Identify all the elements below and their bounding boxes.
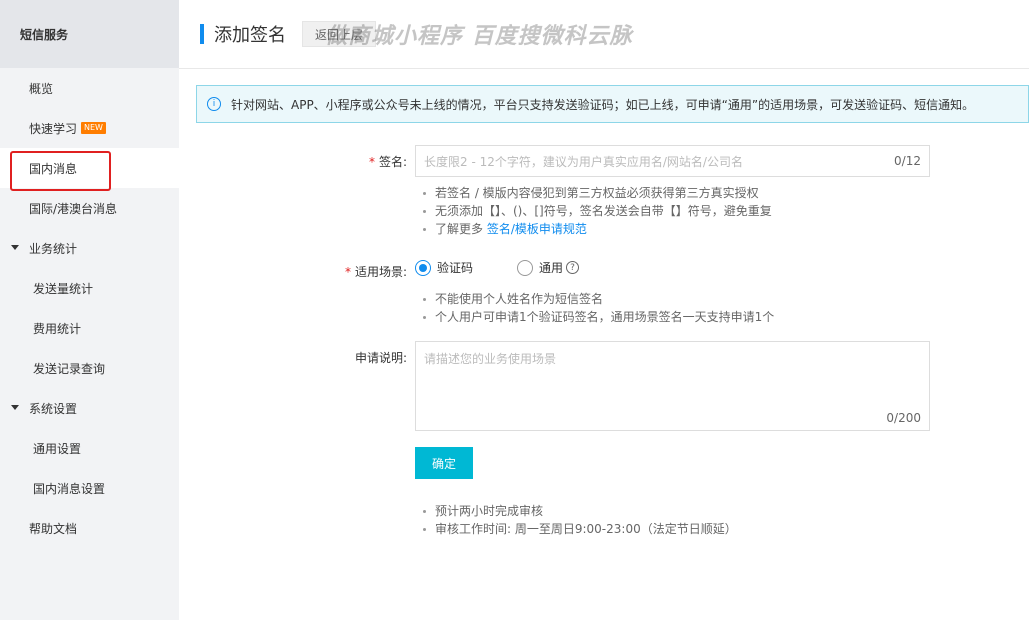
sidebar-item-send-records[interactable]: 发送记录查询 xyxy=(0,348,179,388)
main-content: 添加签名 返回上层 做商城小程序 百度搜微科云脉 i 针对网站、APP、小程序或… xyxy=(179,0,1029,620)
sidebar-item-label: 业务统计 xyxy=(29,241,78,256)
sidebar-item-general-settings[interactable]: 通用设置 xyxy=(0,428,179,468)
required-mark: * xyxy=(344,265,351,279)
caret-down-icon xyxy=(11,245,19,250)
notice-banner: i 针对网站、APP、小程序或公众号未上线的情况，平台只支持发送验证码；如已上线… xyxy=(196,85,1029,123)
sidebar-item-label: 概览 xyxy=(29,81,54,96)
sidebar-item-label: 费用统计 xyxy=(33,321,82,336)
sidebar-item-label: 发送记录查询 xyxy=(33,361,106,376)
sidebar-item-label: 帮助文档 xyxy=(29,521,78,536)
radio-verify-code[interactable]: 验证码 xyxy=(415,259,473,276)
more-prefix: 了解更多 xyxy=(435,222,487,236)
signature-hints: 若签名 / 模版内容侵犯到第三方权益必须获得第三方真实授权 无须添加【】、()、… xyxy=(423,184,772,238)
hint-item: 若签名 / 模版内容侵犯到第三方权益必须获得第三方真实授权 xyxy=(423,184,772,202)
radio-checked-icon xyxy=(415,259,431,276)
hint-item: 个人用户可申请1个验证码签名，通用场景签名一天支持申请1个 xyxy=(423,308,774,326)
signature-label: * 签名: xyxy=(287,153,407,170)
title-accent xyxy=(200,24,204,44)
required-mark: * xyxy=(368,155,375,169)
signature-count: 0/12 xyxy=(894,154,921,168)
sidebar-item-label: 通用设置 xyxy=(33,441,82,456)
sidebar-item-domestic-settings[interactable]: 国内消息设置 xyxy=(0,468,179,508)
radio-unchecked-icon xyxy=(517,259,534,276)
sidebar-item-label: 系统设置 xyxy=(29,401,78,416)
sidebar-item-overview[interactable]: 概览 xyxy=(0,68,179,108)
description-textarea[interactable]: 请描述您的业务使用场景 0/200 xyxy=(415,341,930,431)
help-icon[interactable]: ? xyxy=(566,261,580,274)
description-label: 申请说明: xyxy=(354,351,407,365)
sidebar-item-label: 国内消息设置 xyxy=(33,481,106,496)
page-title: 添加签名 xyxy=(214,25,286,46)
sidebar-header: 短信服务 xyxy=(0,0,179,68)
radio-general[interactable]: 通用? xyxy=(517,259,580,276)
sidebar-item-send-stats[interactable]: 发送量统计 xyxy=(0,268,179,308)
sidebar-item-international[interactable]: 国际/港澳台消息 xyxy=(0,188,179,228)
signature-input[interactable]: 长度限2 - 12个字符，建议为用户真实应用名/网站名/公司名 0/12 xyxy=(415,145,930,177)
confirm-button[interactable]: 确定 xyxy=(415,447,473,479)
scene-hints: 不能使用个人姓名作为短信签名 个人用户可申请1个验证码签名，通用场景签名一天支持… xyxy=(423,290,774,326)
signature-placeholder: 长度限2 - 12个字符，建议为用户真实应用名/网站名/公司名 xyxy=(424,154,743,169)
sidebar-item-domestic[interactable]: 国内消息 xyxy=(0,148,179,188)
scene-label: * 适用场景: xyxy=(287,263,407,280)
sidebar: 短信服务 概览 快速学习 NEW 国内消息 国际/港澳台消息 业务统计 发送量统计… xyxy=(0,0,179,620)
notice-text: 针对网站、APP、小程序或公众号未上线的情况，平台只支持发送验证码；如已上线，可… xyxy=(231,97,975,112)
hint-item: 了解更多 签名/模板申请规范 xyxy=(423,220,772,238)
sidebar-item-help[interactable]: 帮助文档 xyxy=(0,508,179,548)
hint-item: 预计两小时完成审核 xyxy=(423,502,737,520)
sidebar-item-cost-stats[interactable]: 费用统计 xyxy=(0,308,179,348)
hint-item: 不能使用个人姓名作为短信签名 xyxy=(423,290,774,308)
sidebar-item-label: 国内消息 xyxy=(29,161,78,176)
caret-down-icon xyxy=(11,405,19,410)
signature-label-text: 签名: xyxy=(378,155,407,169)
new-badge: NEW xyxy=(81,122,106,134)
sidebar-group-settings[interactable]: 系统设置 xyxy=(0,388,179,428)
sidebar-item-quick-learn[interactable]: 快速学习 NEW xyxy=(0,108,179,148)
scene-label-text: 适用场景: xyxy=(354,265,407,279)
scene-radio-group: 验证码 通用? xyxy=(415,259,623,276)
hint-item: 审核工作时间: 周一至周日9:00-23:00（法定节日顺延） xyxy=(423,520,737,538)
sidebar-item-label: 快速学习 xyxy=(29,121,78,136)
review-hints: 预计两小时完成审核 审核工作时间: 周一至周日9:00-23:00（法定节日顺延… xyxy=(423,502,737,538)
back-button[interactable]: 返回上层 xyxy=(302,21,377,47)
sidebar-item-label: 发送量统计 xyxy=(33,281,94,296)
info-icon: i xyxy=(207,97,221,111)
topbar: 添加签名 返回上层 xyxy=(179,0,1029,69)
description-placeholder: 请描述您的业务使用场景 xyxy=(424,352,557,366)
radio-label: 通用 xyxy=(539,261,564,275)
radio-label: 验证码 xyxy=(437,261,474,275)
description-count: 0/200 xyxy=(886,411,921,425)
sidebar-group-stats[interactable]: 业务统计 xyxy=(0,228,179,268)
spec-link[interactable]: 签名/模板申请规范 xyxy=(487,222,587,236)
sidebar-item-label: 国际/港澳台消息 xyxy=(29,201,118,216)
hint-item: 无须添加【】、()、[]符号，签名发送会自带【】符号，避免重复 xyxy=(423,202,772,220)
